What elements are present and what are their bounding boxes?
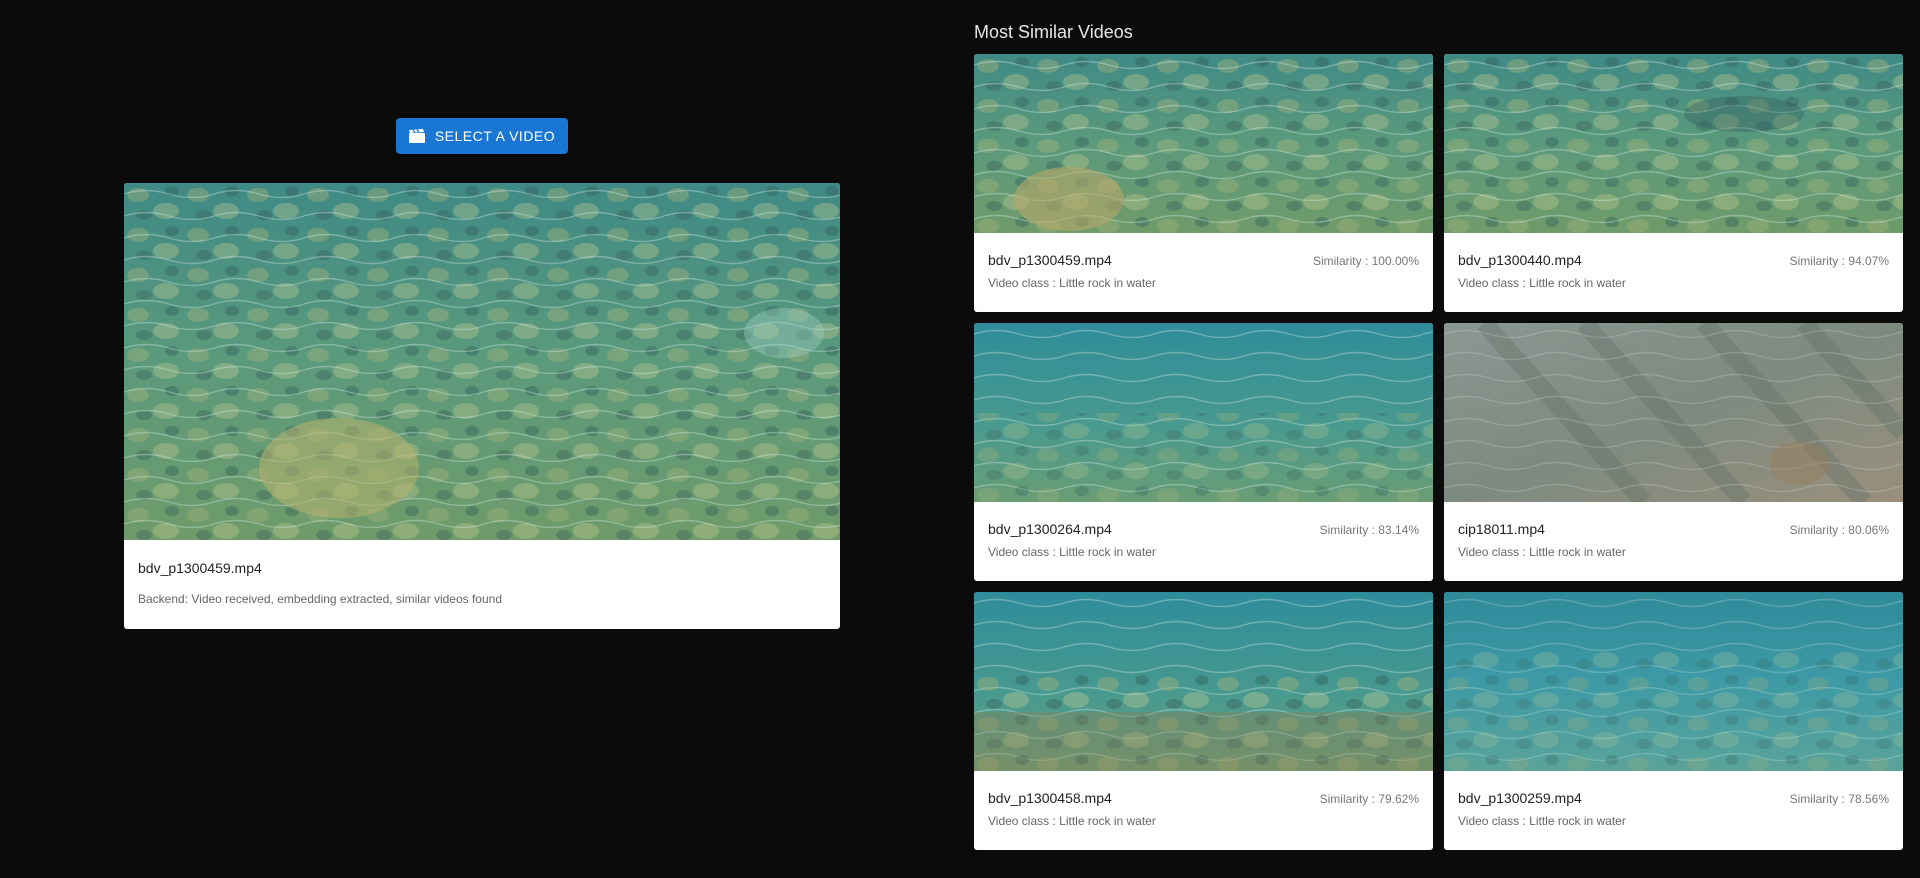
results-panel: Most Similar Videos bdv_p1300459.mp4 Sim… [974, 22, 1903, 850]
result-video-class: Video class : Little rock in water [988, 276, 1156, 290]
result-card[interactable]: bdv_p1300458.mp4 Similarity : 79.62% Vid… [974, 592, 1433, 850]
result-video-class: Video class : Little rock in water [988, 545, 1156, 559]
result-filename: bdv_p1300459.mp4 [988, 252, 1112, 268]
result-video-class: Video class : Little rock in water [1458, 814, 1626, 828]
result-thumbnail [974, 323, 1433, 502]
query-filename: bdv_p1300459.mp4 [138, 560, 262, 576]
result-card[interactable]: bdv_p1300459.mp4 Similarity : 100.00% Vi… [974, 54, 1433, 312]
result-similarity: Similarity : 100.00% [1312, 254, 1419, 268]
result-thumbnail [974, 54, 1433, 233]
result-filename: bdv_p1300458.mp4 [988, 790, 1112, 806]
result-filename: bdv_p1300259.mp4 [1458, 790, 1582, 806]
result-similarity: Similarity : 79.62% [1319, 792, 1419, 806]
result-filename: bdv_p1300440.mp4 [1458, 252, 1582, 268]
results-title: Most Similar Videos [974, 22, 1133, 42]
result-similarity: Similarity : 83.14% [1319, 523, 1419, 537]
result-thumbnail [1444, 592, 1903, 771]
result-card[interactable]: bdv_p1300264.mp4 Similarity : 83.14% Vid… [974, 323, 1433, 581]
result-similarity: Similarity : 78.56% [1789, 792, 1889, 806]
result-video-class: Video class : Little rock in water [1458, 276, 1626, 290]
query-video-player[interactable] [124, 183, 840, 540]
result-thumbnail [974, 592, 1433, 771]
result-card[interactable]: bdv_p1300259.mp4 Similarity : 78.56% Vid… [1444, 592, 1903, 850]
result-video-class: Video class : Little rock in water [1458, 545, 1626, 559]
result-filename: cip18011.mp4 [1458, 521, 1545, 537]
result-similarity: Similarity : 80.06% [1789, 523, 1889, 537]
result-video-class: Video class : Little rock in water [988, 814, 1156, 828]
result-similarity: Similarity : 94.07% [1789, 254, 1889, 268]
select-video-label: SELECT A VIDEO [434, 128, 556, 144]
result-card[interactable]: cip18011.mp4 Similarity : 80.06% Video c… [1444, 323, 1903, 581]
select-video-button[interactable]: SELECT A VIDEO [396, 118, 568, 154]
query-panel: SELECT A VIDEO bdv_p1300459.mp4 Backend:… [124, 118, 840, 629]
backend-status: Backend: Video received, embedding extra… [138, 592, 502, 606]
result-filename: bdv_p1300264.mp4 [988, 521, 1112, 537]
clapperboard-icon [408, 129, 425, 143]
result-thumbnail [1444, 54, 1903, 233]
query-video-card: bdv_p1300459.mp4 Backend: Video received… [124, 183, 840, 629]
result-card[interactable]: bdv_p1300440.mp4 Similarity : 94.07% Vid… [1444, 54, 1903, 312]
result-thumbnail [1444, 323, 1903, 502]
results-grid: bdv_p1300459.mp4 Similarity : 100.00% Vi… [974, 54, 1903, 850]
